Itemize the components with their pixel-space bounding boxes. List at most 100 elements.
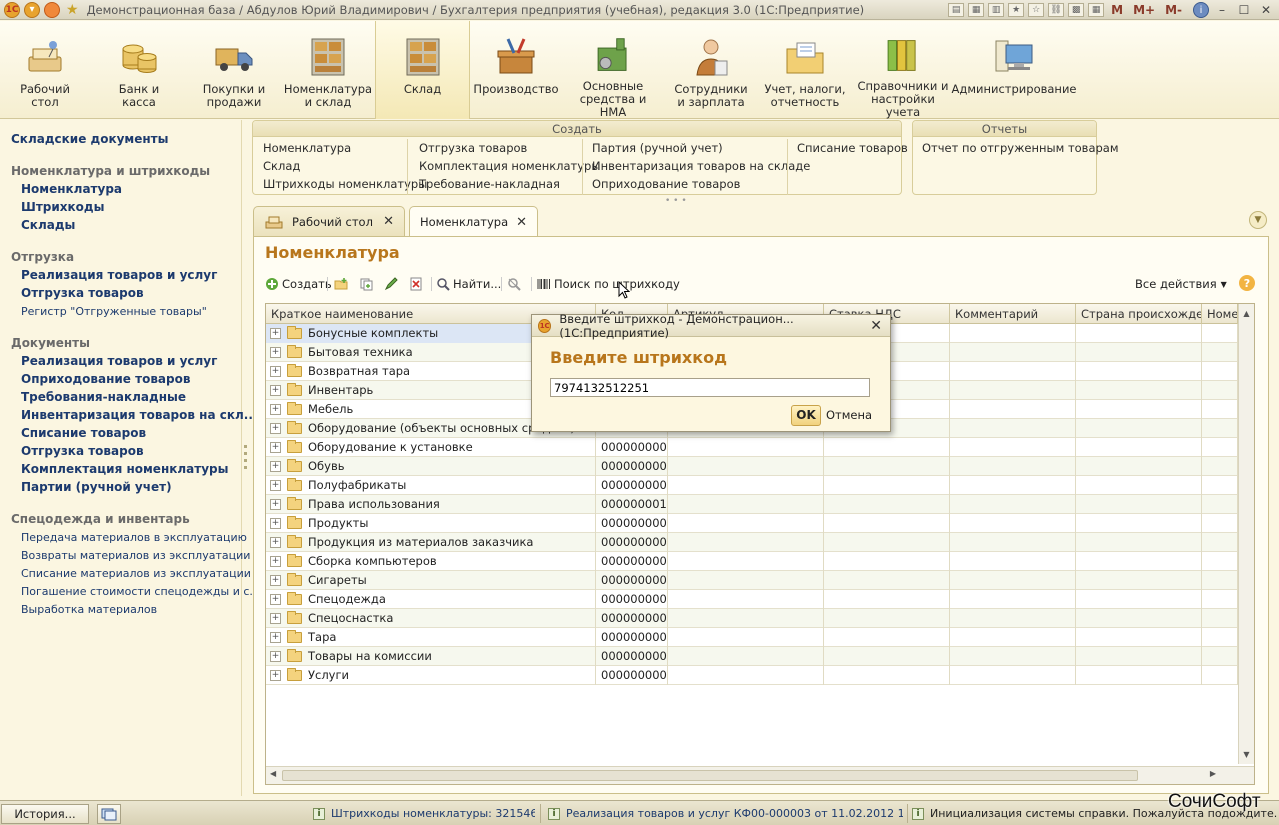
create-shipment-link[interactable]: Отгрузка товаров	[419, 141, 527, 155]
main-menu-icon[interactable]: ▾	[24, 1, 40, 18]
scroll-right-icon[interactable]: ▶	[1210, 769, 1216, 778]
expand-icon[interactable]: +	[270, 651, 281, 662]
table-row[interactable]: Полуфабрикаты+000000000...	[266, 476, 1238, 495]
create-barcodes-link[interactable]: Штрихкоды номенклатуры	[263, 177, 427, 191]
expand-icon[interactable]: +	[270, 328, 281, 339]
nav-item-doc[interactable]: Оприходование товаров	[21, 372, 190, 386]
expand-icon[interactable]: +	[270, 594, 281, 605]
nav-item-doc[interactable]: Требования-накладные	[21, 390, 186, 404]
expand-icon[interactable]: +	[270, 480, 281, 491]
expand-icon[interactable]: +	[270, 556, 281, 567]
chevron-down-icon[interactable]: ▼	[1249, 211, 1267, 229]
nav-item-sales[interactable]: Реализация товаров и услуг	[21, 268, 217, 282]
calendar-icon[interactable]: ▩	[1068, 3, 1085, 17]
close-icon[interactable]: ✕	[870, 318, 882, 334]
report-shipped-goods-link[interactable]: Отчет по отгруженным товарам	[922, 141, 1119, 155]
expand-icon[interactable]: +	[270, 404, 281, 415]
save-icon[interactable]: ▤	[948, 3, 965, 17]
create-requisition-link[interactable]: Требование-накладная	[419, 177, 560, 191]
section-warehouse[interactable]: Склад	[375, 21, 470, 119]
expand-icon[interactable]: +	[270, 461, 281, 472]
table-row[interactable]: Услуги+000000000...	[266, 666, 1238, 685]
section-purchases-sales[interactable]: Покупки и продажи	[196, 21, 272, 119]
section-bank[interactable]: Банк и касса	[106, 21, 172, 119]
column-header-comment[interactable]: Комментарий	[950, 304, 1076, 324]
nav-item-workwear[interactable]: Погашение стоимости спецодежды и с...	[21, 585, 260, 598]
minimize-icon[interactable]: –	[1213, 2, 1231, 18]
scroll-down-icon[interactable]: ▼	[1239, 747, 1254, 762]
nav-item-doc[interactable]: Отгрузка товаров	[21, 444, 144, 458]
nav-item-barcodes[interactable]: Штрихкоды	[21, 200, 104, 214]
nav-item-doc[interactable]: Партии (ручной учет)	[21, 480, 172, 494]
expand-icon[interactable]: +	[270, 442, 281, 453]
scroll-up-icon[interactable]: ▲	[1239, 306, 1254, 321]
windows-list-button[interactable]	[97, 804, 121, 824]
expand-icon[interactable]: +	[270, 575, 281, 586]
column-header-country[interactable]: Страна происхождения	[1076, 304, 1202, 324]
table-row[interactable]: Права использования+000000001...	[266, 495, 1238, 514]
create-assembly-link[interactable]: Комплектация номенклатуры	[419, 159, 600, 173]
expand-icon[interactable]: +	[270, 366, 281, 377]
create-nomenclature-link[interactable]: Номенклатура	[263, 141, 351, 155]
edit-button[interactable]	[384, 275, 401, 293]
panel-grip[interactable]: • • •	[665, 196, 687, 206]
nav-item-doc[interactable]: Списание товаров	[21, 426, 146, 440]
tab-nomenclature[interactable]: Номенклатура ✕	[409, 206, 538, 237]
create-folder-button[interactable]	[334, 275, 351, 293]
nav-item-doc[interactable]: Реализация товаров и услуг	[21, 354, 217, 368]
table-row[interactable]: Обувь+000000000...	[266, 457, 1238, 476]
close-icon[interactable]: ✕	[383, 214, 394, 229]
expand-icon[interactable]: +	[270, 499, 281, 510]
scroll-thumb[interactable]	[282, 770, 1138, 781]
nav-item-nomenclature[interactable]: Номенклатура	[21, 182, 122, 196]
table-row[interactable]: Товары на комиссии+000000000...	[266, 647, 1238, 666]
calculator-icon[interactable]: ▦	[1088, 3, 1105, 17]
status-item[interactable]: i Штрихкоды номенклатуры: 3215465656	[313, 801, 535, 825]
table-row[interactable]: Спецодежда+000000000...	[266, 590, 1238, 609]
create-button[interactable]: Создать	[265, 275, 332, 293]
expand-icon[interactable]: +	[270, 385, 281, 396]
print-icon[interactable]: ▦	[968, 3, 985, 17]
preview-icon[interactable]: ▥	[988, 3, 1005, 17]
table-row[interactable]: Продукты+000000000...	[266, 514, 1238, 533]
section-desktop[interactable]: Рабочий стол	[12, 21, 78, 119]
record-icon[interactable]	[44, 1, 60, 18]
barcode-search-button[interactable]: Поиск по штрихкоду	[537, 275, 680, 293]
horizontal-scrollbar[interactable]: ◀ ▶	[266, 766, 1254, 784]
nav-item-warehouses[interactable]: Склады	[21, 218, 75, 232]
memory-m-button[interactable]: M	[1108, 3, 1126, 17]
expand-icon[interactable]: +	[270, 537, 281, 548]
table-row[interactable]: Сборка компьютеров+000000000...	[266, 552, 1238, 571]
section-nomenclature-warehouse[interactable]: Номенклатура и склад	[284, 21, 372, 119]
close-window-icon[interactable]: ✕	[1257, 2, 1275, 18]
table-row[interactable]: Сигареты+000000000...	[266, 571, 1238, 590]
cancel-button[interactable]: Отмена	[826, 408, 872, 422]
section-accounting-taxes[interactable]: Учет, налоги, отчетность	[764, 21, 846, 119]
expand-icon[interactable]: +	[270, 518, 281, 529]
create-inventory-link[interactable]: Инвентаризация товаров на складе	[592, 159, 810, 173]
cancel-search-button[interactable]	[507, 275, 524, 293]
table-row[interactable]: Тара+000000000...	[266, 628, 1238, 647]
close-icon[interactable]: ✕	[516, 215, 527, 230]
all-actions-button[interactable]: Все действия ▼	[1135, 275, 1227, 293]
memory-m-plus-button[interactable]: M+	[1130, 3, 1158, 17]
create-batch-link[interactable]: Партия (ручной учет)	[592, 141, 723, 155]
section-administration[interactable]: Администрирование	[952, 21, 1077, 119]
section-references-settings[interactable]: Справочники и настройки учета	[856, 21, 950, 119]
status-item[interactable]: i Реализация товаров и услуг КФ00-000003…	[548, 801, 903, 825]
create-receipt-link[interactable]: Оприходование товаров	[592, 177, 740, 191]
section-employees[interactable]: Сотрудники и зарплата	[672, 21, 750, 119]
expand-icon[interactable]: +	[270, 423, 281, 434]
tab-desktop[interactable]: Рабочий стол ✕	[253, 206, 405, 236]
vertical-scrollbar[interactable]: ▲ ▼	[1238, 304, 1254, 764]
favorites-star-icon[interactable]: ★	[66, 2, 79, 18]
nav-item-workwear[interactable]: Возвраты материалов из эксплуатации	[21, 549, 250, 562]
bookmark-icon[interactable]: ☆	[1028, 3, 1045, 17]
help-icon[interactable]: ?	[1239, 275, 1255, 291]
history-button[interactable]: История...	[1, 804, 89, 824]
ok-button[interactable]: OK	[791, 405, 821, 426]
memory-m-minus-button[interactable]: M-	[1162, 3, 1185, 17]
section-production[interactable]: Производство	[473, 21, 559, 119]
nav-warehouse-documents[interactable]: Складские документы	[11, 132, 168, 146]
table-row[interactable]: Продукция из материалов заказчика +000000…	[266, 533, 1238, 552]
